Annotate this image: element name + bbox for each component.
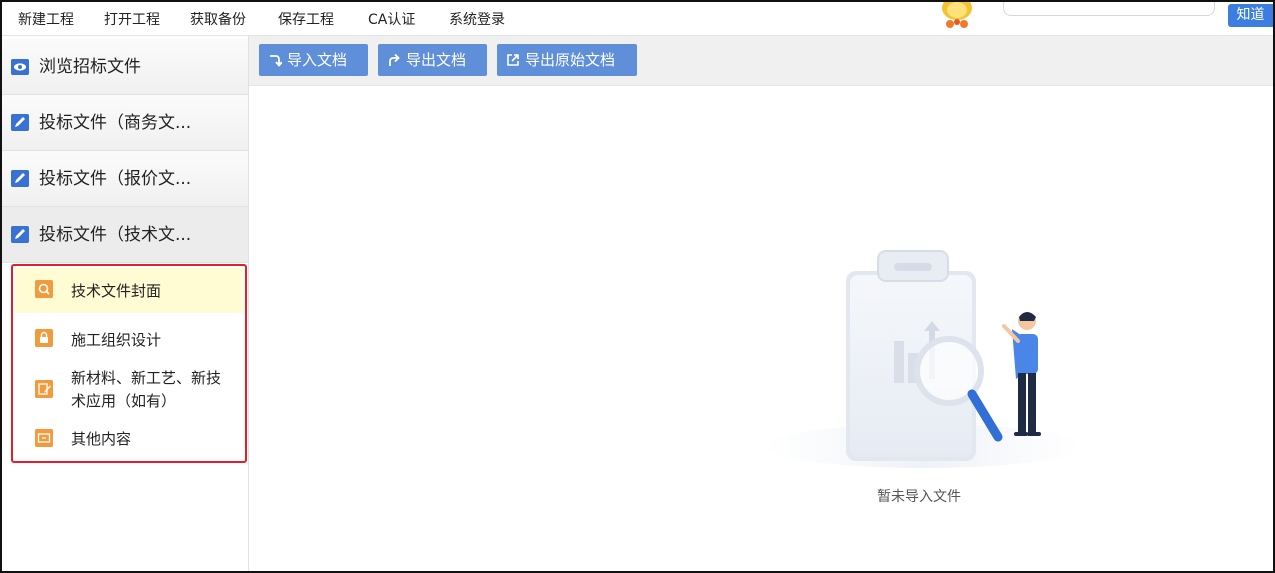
export-document-button[interactable]: 导出文档 — [378, 44, 487, 76]
edit-document-icon — [35, 380, 53, 398]
toolbar: 导入文档 导出文档 导出原始文档 — [249, 36, 1273, 86]
import-arrow-icon — [270, 55, 282, 67]
sidebar-item-bid-quotation[interactable]: 投标文件（报价文... — [2, 151, 248, 207]
sidebar-item-label: 投标文件（技术文... — [39, 225, 192, 245]
eye-icon — [11, 59, 29, 75]
menu-open-project[interactable]: 打开工程 — [104, 11, 160, 29]
edit-icon — [11, 114, 29, 131]
export-document-label: 导出文档 — [406, 51, 467, 69]
subitem-construction-design[interactable]: 施工组织设计 — [15, 319, 243, 359]
search-document-icon — [35, 280, 53, 298]
sidebar-item-bid-business[interactable]: 投标文件（商务文... — [2, 95, 248, 151]
menu-bar: 新建工程 打开工程 获取备份 保存工程 CA认证 系统登录 知道 — [2, 2, 1273, 36]
empty-state-illustration — [764, 250, 1074, 468]
subitem-other-content[interactable]: 其他内容 — [15, 421, 243, 457]
sidebar-item-bid-technical[interactable]: 投标文件（技术文... — [2, 207, 248, 263]
subitem-label-line1: 新材料、新工艺、新技 — [71, 369, 222, 387]
box-icon — [35, 429, 53, 447]
export-original-document-button[interactable]: 导出原始文档 — [497, 44, 637, 76]
sidebar-item-label: 投标文件（商务文... — [39, 113, 192, 133]
export-arrow-icon — [389, 53, 400, 66]
subitem-label-line2: 术应用（如有） — [71, 392, 177, 410]
subitem-label: 施工组织设计 — [71, 331, 162, 349]
subitem-label: 技术文件封面 — [71, 282, 162, 300]
menu-new-project[interactable]: 新建工程 — [18, 11, 74, 29]
sidebar-item-label: 投标文件（报价文... — [39, 169, 192, 189]
menu-ca-auth[interactable]: CA认证 — [368, 11, 415, 29]
import-document-button[interactable]: 导入文档 — [259, 44, 368, 76]
menu-save-project[interactable]: 保存工程 — [278, 11, 334, 29]
sidebar-item-browse-tender[interactable]: 浏览招标文件 — [2, 39, 248, 95]
import-document-label: 导入文档 — [287, 51, 348, 69]
external-link-icon — [507, 54, 519, 66]
technical-subitems-highlight: 技术文件封面 施工组织设计 新材料、新工艺、新技 术应用（如有） 其他内容 — [11, 264, 247, 463]
empty-state-text: 暂未导入文件 — [877, 489, 961, 505]
edit-icon — [11, 226, 29, 243]
search-input[interactable] — [1003, 2, 1215, 16]
menu-system-login[interactable]: 系统登录 — [449, 11, 505, 29]
mascot-icon — [942, 2, 972, 28]
edit-icon — [11, 170, 29, 187]
app-window: 新建工程 打开工程 获取备份 保存工程 CA认证 系统登录 知道 浏览招标文件 — [0, 0, 1275, 573]
export-original-document-label: 导出原始文档 — [525, 51, 616, 69]
know-button[interactable]: 知道 — [1228, 4, 1273, 27]
sidebar: 浏览招标文件 投标文件（商务文... 投标文件（报价文... 投标文件（技术文.… — [2, 36, 249, 571]
subitem-new-materials[interactable]: 新材料、新工艺、新技 术应用（如有） — [15, 363, 243, 417]
subitem-technical-cover[interactable]: 技术文件封面 — [15, 268, 243, 313]
lock-document-icon — [35, 329, 53, 347]
menu-get-backup[interactable]: 获取备份 — [190, 11, 246, 29]
subitem-label: 其他内容 — [71, 430, 132, 448]
main-content: 导入文档 导出文档 导出原始文档 暂未导入文件 — [249, 36, 1273, 571]
sidebar-item-label: 浏览招标文件 — [39, 57, 141, 77]
